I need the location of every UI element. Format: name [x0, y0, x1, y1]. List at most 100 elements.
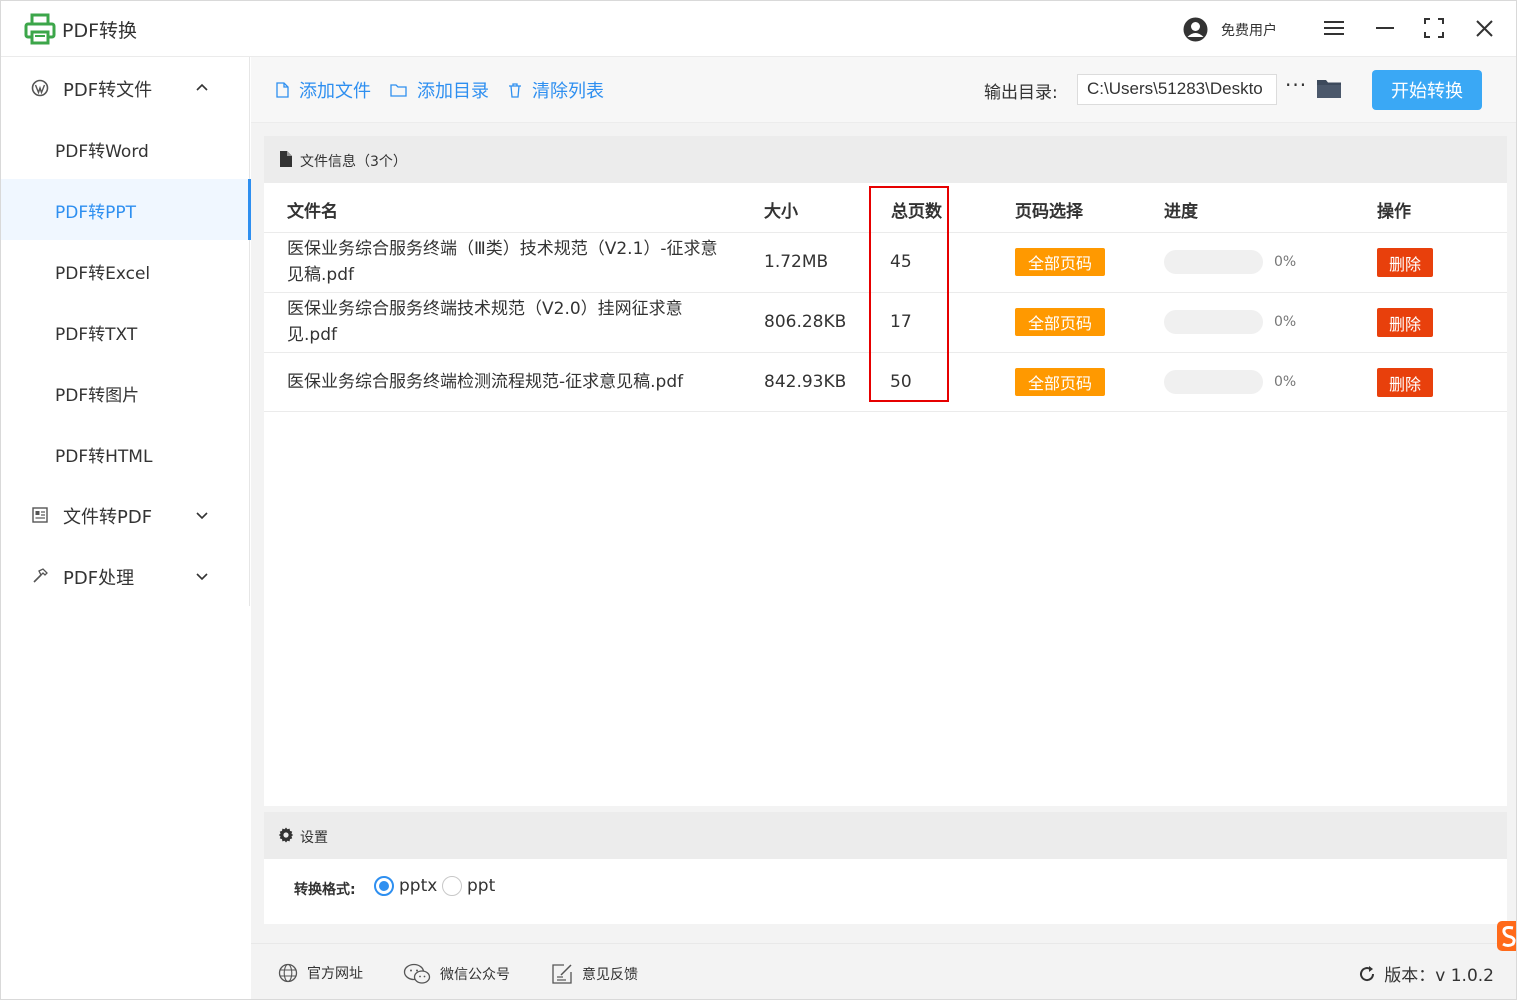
table-row: 医保业务综合服务终端检测流程规范-征求意见稿.pdf 842.93KB 50 全… [264, 352, 1507, 412]
radio-button-icon [442, 876, 462, 896]
close-icon [1475, 19, 1493, 37]
feedback-label: 意见反馈 [582, 967, 638, 983]
file-name: 医保业务综合服务终端技术规范（V2.0）挂网征求意见.pdf [287, 299, 683, 345]
hammer-icon [33, 568, 48, 583]
format-radio-pptx[interactable]: pptx [374, 876, 437, 896]
clear-list-label: 清除列表 [532, 81, 604, 102]
settings-header: 设置 [264, 812, 1507, 859]
format-radio-ppt[interactable]: ppt [442, 876, 495, 896]
column-header-progress: 进度 [1164, 202, 1198, 222]
sidebar-group-label: PDF处理 [63, 568, 135, 589]
sogou-logo-icon [1497, 921, 1516, 951]
file-name: 医保业务综合服务终端（Ⅲ类）技术规范（V2.1）-征求意见稿.pdf [287, 239, 718, 285]
fullscreen-icon [1424, 18, 1444, 38]
page-select-button[interactable]: 全部页码 [1015, 308, 1105, 336]
progress-text: 0% [1274, 314, 1297, 330]
sidebar-group-file-to-pdf[interactable]: 文件转PDF [1, 484, 250, 545]
sidebar-item-label: PDF转PPT [55, 203, 137, 223]
sidebar: PDF转文件 PDF转Word PDF转PPT PDF转Excel PDF转TX… [1, 57, 251, 606]
radio-label: ppt [467, 876, 496, 896]
user-label[interactable]: 免费用户 [1221, 20, 1277, 40]
sidebar-item-label: PDF转TXT [55, 325, 138, 345]
file-icon [276, 82, 289, 98]
sidebar-item-label: PDF转图片 [55, 386, 140, 406]
settings-title: 设置 [300, 830, 328, 846]
sidebar-item-pdf-to-txt[interactable]: PDF转TXT [1, 301, 250, 362]
file-list-panel: 文件信息（3个） 文件名 大小 总页数 页码选择 进度 操作 医保业务综合服务终… [264, 136, 1507, 806]
file-name: 医保业务综合服务终端检测流程规范-征求意见稿.pdf [287, 372, 684, 392]
maximize-button[interactable] [1421, 15, 1447, 41]
sidebar-item-pdf-to-excel[interactable]: PDF转Excel [1, 240, 250, 301]
sidebar-group-label: 文件转PDF [63, 507, 153, 528]
file-size: 1.72MB [764, 252, 829, 272]
format-label: 转换格式: [294, 882, 356, 898]
sidebar-group-label: PDF转文件 [63, 80, 153, 101]
add-directory-label: 添加目录 [417, 81, 489, 102]
document-icon [280, 151, 292, 167]
sidebar-item-label: PDF转HTML [55, 447, 153, 467]
wechat-label: 微信公众号 [440, 967, 510, 983]
output-dir-input[interactable]: C:\Users\51283\Deskto [1077, 74, 1277, 105]
feedback-link[interactable]: 意见反馈 [551, 963, 638, 985]
table-row: 医保业务综合服务终端（Ⅲ类）技术规范（V2.1）-征求意见稿.pdf 1.72M… [264, 232, 1507, 292]
sidebar-item-label: PDF转Word [55, 142, 149, 162]
sidebar-item-pdf-to-word[interactable]: PDF转Word [1, 118, 250, 179]
clear-list-button[interactable]: 清除列表 [508, 77, 604, 103]
sidebar-group-pdf-to-file[interactable]: PDF转文件 [1, 57, 250, 118]
website-label: 官方网址 [307, 966, 363, 982]
progress-text: 0% [1274, 374, 1297, 390]
document-list-icon [32, 507, 48, 523]
progress-bar [1164, 370, 1263, 394]
toolbar: 添加文件 添加目录 清除列表 输出目录: C:\Users\51283\Desk… [251, 57, 1516, 123]
page-count: 45 [890, 252, 912, 272]
user-avatar-icon[interactable] [1183, 17, 1208, 42]
start-convert-button[interactable]: 开始转换 [1372, 70, 1482, 110]
file-info-title: 文件信息（3个） [300, 154, 407, 170]
website-link[interactable]: 官方网址 [278, 963, 363, 983]
globe-icon [278, 963, 298, 983]
page-count: 17 [890, 312, 912, 332]
footer: 官方网址 微信公众号 意见反馈 版本：v 1.0.2 [251, 943, 1516, 999]
minimize-button[interactable] [1372, 15, 1398, 41]
sidebar-item-pdf-to-html[interactable]: PDF转HTML [1, 423, 250, 484]
sidebar-item-pdf-to-ppt[interactable]: PDF转PPT [1, 179, 251, 240]
sidebar-group-pdf-processing[interactable]: PDF处理 [1, 545, 250, 606]
sidebar-item-pdf-to-image[interactable]: PDF转图片 [1, 362, 250, 423]
progress-text: 0% [1274, 254, 1297, 270]
wechat-link[interactable]: 微信公众号 [403, 963, 510, 985]
column-header-filename: 文件名 [287, 202, 338, 222]
output-dir-label: 输出目录: [984, 83, 1058, 103]
delete-button[interactable]: 删除 [1377, 308, 1433, 337]
chevron-down-icon [196, 573, 208, 581]
add-directory-button[interactable]: 添加目录 [390, 77, 489, 103]
title-bar: PDF转换 免费用户 [1, 1, 1516, 57]
file-info-header: 文件信息（3个） [264, 136, 1507, 183]
page-select-button[interactable]: 全部页码 [1015, 368, 1105, 396]
chevron-down-icon [196, 512, 208, 520]
progress-bar [1164, 250, 1263, 274]
open-folder-icon[interactable] [1316, 77, 1342, 99]
chevron-up-icon [196, 83, 208, 91]
page-count: 50 [890, 372, 912, 392]
folder-outline-icon [390, 84, 407, 97]
delete-button[interactable]: 删除 [1377, 368, 1433, 397]
delete-button[interactable]: 删除 [1377, 248, 1433, 277]
gear-icon [278, 827, 294, 843]
wordpress-icon [31, 79, 49, 97]
minimize-icon [1376, 27, 1394, 29]
version-label: 版本：v 1.0.2 [1384, 966, 1494, 986]
close-button[interactable] [1471, 15, 1497, 41]
app-window: PDF转换 免费用户 PDF转文件 PDF转Word PDF转PPT PDF转E… [0, 0, 1517, 1000]
column-header-size: 大小 [764, 202, 798, 222]
main-content: 添加文件 添加目录 清除列表 输出目录: C:\Users\51283\Desk… [251, 57, 1516, 943]
printer-logo-icon [24, 13, 56, 45]
browse-more-button[interactable]: ··· [1285, 73, 1307, 97]
add-file-label: 添加文件 [299, 81, 371, 102]
app-title: PDF转换 [62, 20, 138, 42]
refresh-icon [1360, 965, 1375, 981]
add-file-button[interactable]: 添加文件 [276, 77, 371, 103]
version-info[interactable]: 版本：v 1.0.2 [1358, 961, 1494, 986]
menu-button[interactable] [1321, 15, 1347, 41]
trash-icon [509, 82, 521, 98]
page-select-button[interactable]: 全部页码 [1015, 248, 1105, 276]
